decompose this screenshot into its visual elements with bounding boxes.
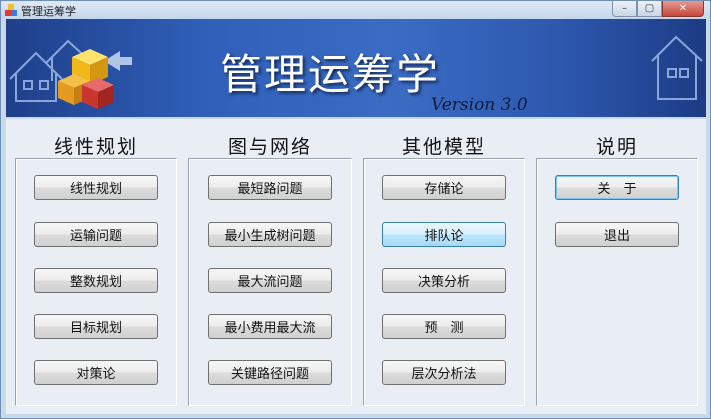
- window-title: 管理运筹学: [21, 5, 76, 18]
- minimize-button[interactable]: –: [612, 1, 637, 17]
- panel-other-models: 其他模型 存储论 排队论 决策分析 预 测 层次分析法: [359, 122, 529, 410]
- banner-title: 管理运筹学: [220, 50, 441, 99]
- about-button[interactable]: 关 于: [555, 175, 679, 200]
- panel-help: 说明 关 于 退出: [532, 122, 702, 410]
- ahp-button[interactable]: 层次分析法: [382, 360, 506, 385]
- critical-path-button[interactable]: 关键路径问题: [208, 360, 332, 385]
- maximize-button[interactable]: ▢: [637, 1, 662, 17]
- panel-title: 说明: [595, 136, 638, 158]
- houses-decoration: [651, 35, 703, 100]
- game-theory-button[interactable]: 对策论: [34, 360, 158, 385]
- inventory-theory-button[interactable]: 存储论: [382, 175, 506, 200]
- title-bar[interactable]: 管理运筹学 – ▢ ✕: [1, 1, 710, 19]
- header-banner: 管理运筹学 Version 3.0: [6, 19, 706, 117]
- houses-cubes-logo: [9, 39, 132, 109]
- decision-analysis-button[interactable]: 决策分析: [382, 268, 506, 293]
- panel-title: 线性规划: [53, 136, 138, 158]
- queuing-theory-button[interactable]: 排队论: [382, 222, 506, 247]
- version-label: Version 3.0: [431, 95, 528, 115]
- forecasting-button[interactable]: 预 测: [382, 314, 506, 339]
- app-icon: [5, 4, 17, 16]
- exit-button[interactable]: 退出: [555, 222, 679, 247]
- panel-group-box: 关 于 退出: [536, 158, 698, 406]
- panel-linear-programming: 线性规划 线性规划 运输问题 整数规划 目标规划 对策论: [11, 122, 181, 410]
- transportation-problem-button[interactable]: 运输问题: [34, 222, 158, 247]
- panel-group-box: 存储论 排队论 决策分析 预 测 层次分析法: [363, 158, 525, 406]
- close-button[interactable]: ✕: [662, 1, 704, 17]
- app-window: 管理运筹学 – ▢ ✕ 管理运筹学 Version 3.0 线性规划 线性规划 …: [0, 0, 711, 419]
- panel-title: 其他模型: [401, 136, 486, 158]
- min-cost-max-flow-button[interactable]: 最小费用最大流: [208, 314, 332, 339]
- panel-graph-network: 图与网络 最短路问题 最小生成树问题 最大流问题 最小费用最大流 关键路径问题: [184, 122, 356, 410]
- minimum-spanning-tree-button[interactable]: 最小生成树问题: [208, 222, 332, 247]
- shortest-path-button[interactable]: 最短路问题: [208, 175, 332, 200]
- max-flow-button[interactable]: 最大流问题: [208, 268, 332, 293]
- panel-group-box: 线性规划 运输问题 整数规划 目标规划 对策论: [15, 158, 177, 406]
- panel-group-box: 最短路问题 最小生成树问题 最大流问题 最小费用最大流 关键路径问题: [188, 158, 352, 406]
- panel-title: 图与网络: [227, 136, 312, 158]
- goal-programming-button[interactable]: 目标规划: [34, 314, 158, 339]
- integer-programming-button[interactable]: 整数规划: [34, 268, 158, 293]
- main-content: 线性规划 线性规划 运输问题 整数规划 目标规划 对策论 图与网络 最短路问题 …: [6, 119, 706, 414]
- linear-programming-button[interactable]: 线性规划: [34, 175, 158, 200]
